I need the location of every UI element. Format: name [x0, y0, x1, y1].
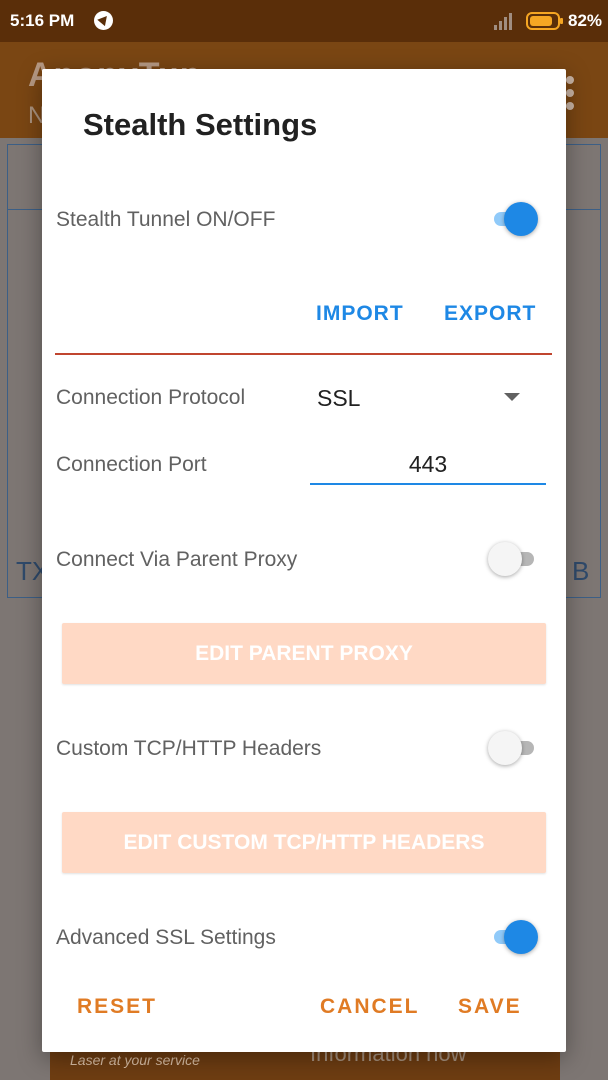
- advanced-ssl-label: Advanced SSL Settings: [56, 926, 276, 949]
- edit-parent-proxy-button[interactable]: EDIT PARENT PROXY: [62, 623, 546, 684]
- custom-headers-toggle[interactable]: [488, 729, 538, 767]
- stealth-tunnel-label: Stealth Tunnel ON/OFF: [56, 208, 276, 231]
- dialog-title: Stealth Settings: [83, 107, 318, 142]
- reset-button[interactable]: RESET: [77, 995, 157, 1019]
- connection-protocol-select[interactable]: SSL: [317, 385, 360, 412]
- battery-percent: 82%: [568, 11, 603, 30]
- save-button[interactable]: SAVE: [458, 995, 522, 1019]
- navigation-icon: [94, 11, 113, 30]
- edit-custom-headers-button[interactable]: EDIT CUSTOM TCP/HTTP HEADERS: [62, 812, 546, 873]
- export-button[interactable]: EXPORT: [444, 302, 536, 326]
- connection-port-input[interactable]: [310, 445, 546, 485]
- connection-protocol-label: Connection Protocol: [56, 386, 246, 409]
- import-button[interactable]: IMPORT: [316, 302, 404, 326]
- custom-headers-label: Custom TCP/HTTP Headers: [56, 737, 322, 760]
- background-right-label: B: [572, 556, 590, 586]
- connection-port-label: Connection Port: [56, 453, 207, 476]
- overflow-menu-icon: [566, 76, 574, 110]
- dropdown-arrow-icon[interactable]: [504, 393, 520, 401]
- status-time: 5:16 PM: [10, 11, 75, 30]
- banner-tagline: Laser at your service: [70, 1052, 200, 1068]
- signal-icon: [494, 12, 516, 30]
- status-bar: 5:16 PM 82%: [0, 0, 608, 42]
- section-divider: [55, 353, 552, 355]
- stealth-settings-dialog: Stealth Settings Stealth Tunnel ON/OFF I…: [42, 69, 566, 1052]
- battery-icon: [526, 12, 563, 30]
- advanced-ssl-toggle[interactable]: [492, 918, 538, 956]
- parent-proxy-toggle[interactable]: [488, 540, 538, 578]
- parent-proxy-label: Connect Via Parent Proxy: [56, 548, 298, 571]
- stealth-tunnel-toggle[interactable]: [492, 200, 538, 238]
- cancel-button[interactable]: CANCEL: [320, 995, 420, 1019]
